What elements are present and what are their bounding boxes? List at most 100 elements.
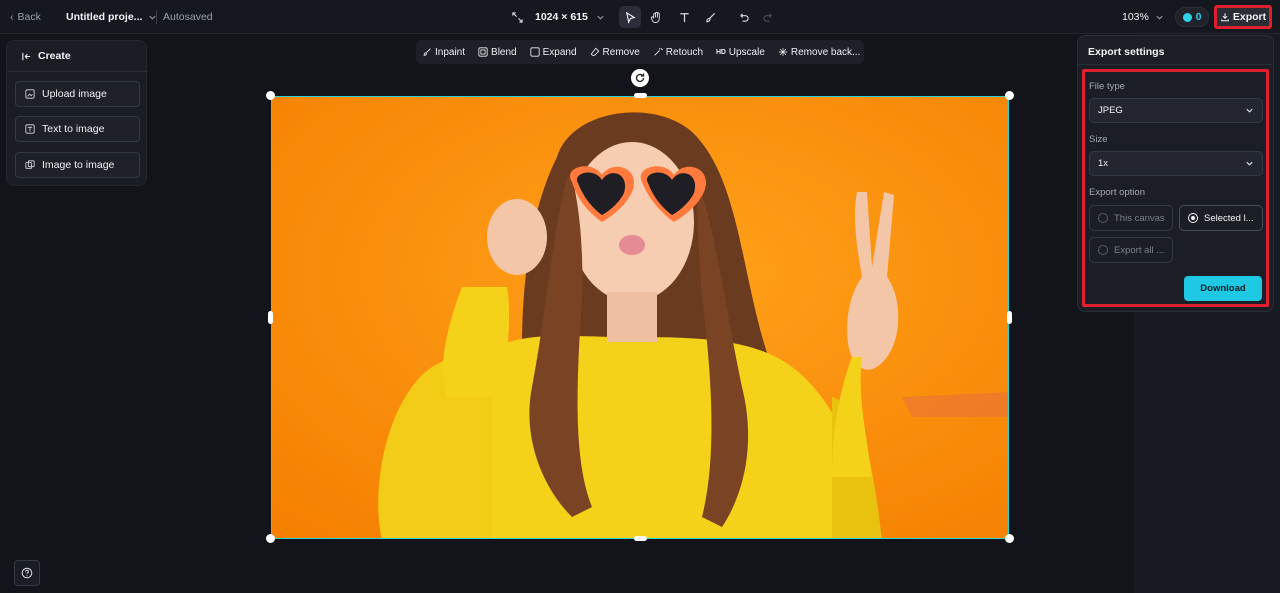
chevron-down-icon bbox=[1246, 161, 1253, 166]
text-image-icon bbox=[25, 124, 35, 134]
magic-wand-icon bbox=[654, 47, 663, 56]
zoom-level: 103% bbox=[1122, 11, 1149, 23]
size-value: 1x bbox=[1098, 158, 1109, 169]
blend-button[interactable]: Blend bbox=[478, 47, 517, 58]
select-tool[interactable] bbox=[619, 6, 641, 28]
sparkle-icon bbox=[778, 47, 788, 57]
image-to-image-label: Image to image bbox=[42, 159, 115, 171]
option-export-all-label: Export all ... bbox=[1114, 244, 1165, 256]
chevron-down-icon bbox=[1156, 15, 1163, 20]
brush-tool[interactable] bbox=[699, 6, 721, 28]
blend-icon bbox=[478, 47, 488, 57]
edit-toolbar: Inpaint Blend Expand Remove Retouch HD U… bbox=[416, 40, 864, 64]
help-button[interactable] bbox=[14, 560, 40, 586]
eraser-icon bbox=[590, 47, 599, 56]
remove-background-label: Remove back... bbox=[790, 46, 861, 58]
inpaint-button[interactable]: Inpaint bbox=[422, 47, 465, 58]
back-button[interactable]: ‹ Back bbox=[10, 0, 41, 34]
credits-count: 0 bbox=[1195, 11, 1202, 23]
export-option-label: Export option bbox=[1089, 187, 1145, 198]
chevron-down-icon bbox=[597, 15, 604, 20]
credit-icon bbox=[1182, 12, 1192, 22]
divider bbox=[7, 71, 146, 72]
create-title: Create bbox=[38, 50, 71, 62]
expand-label: Expand bbox=[542, 46, 577, 58]
credits-badge[interactable]: 0 bbox=[1175, 7, 1209, 27]
zoom-dropdown[interactable]: 103% bbox=[1122, 0, 1164, 34]
download-icon bbox=[1221, 13, 1229, 22]
blend-label: Blend bbox=[491, 46, 517, 58]
undo-button[interactable] bbox=[732, 6, 754, 28]
image-to-image-button[interactable]: Image to image bbox=[15, 152, 140, 178]
inpaint-label: Inpaint bbox=[435, 46, 466, 58]
autosave-status: Autosaved bbox=[163, 11, 213, 23]
create-header[interactable]: Create bbox=[21, 50, 71, 62]
resize-handle-top-left[interactable] bbox=[266, 91, 275, 100]
resize-handle-top-right[interactable] bbox=[1005, 91, 1014, 100]
radio-icon bbox=[1098, 245, 1108, 255]
resize-handle-bottom-right[interactable] bbox=[1005, 534, 1014, 543]
remove-background-button[interactable]: Remove back... bbox=[778, 47, 860, 58]
export-button[interactable]: Export bbox=[1214, 5, 1272, 29]
divider bbox=[1078, 64, 1273, 65]
canvas-size-dropdown[interactable]: 1024 × 615 bbox=[512, 0, 605, 34]
brush-icon bbox=[705, 12, 715, 22]
chevron-down-icon bbox=[1246, 108, 1253, 113]
export-settings-title: Export settings bbox=[1088, 46, 1165, 58]
size-select[interactable]: 1x bbox=[1089, 151, 1263, 176]
chevron-left-icon: ‹ bbox=[10, 11, 14, 23]
image-to-image-icon bbox=[25, 160, 35, 169]
hand-tool[interactable] bbox=[645, 6, 667, 28]
back-label: Back bbox=[17, 11, 41, 23]
resize-handle-bottom-left[interactable] bbox=[266, 534, 275, 543]
resize-handle-left[interactable] bbox=[268, 311, 273, 324]
option-export-all[interactable]: Export all ... bbox=[1089, 237, 1173, 263]
option-this-canvas-label: This canvas bbox=[1114, 212, 1165, 224]
radio-selected-icon bbox=[1188, 213, 1198, 223]
option-this-canvas[interactable]: This canvas bbox=[1089, 205, 1173, 231]
undo-icon bbox=[739, 12, 749, 22]
remove-button[interactable]: Remove bbox=[590, 47, 640, 58]
upload-image-icon bbox=[25, 89, 35, 99]
redo-icon bbox=[762, 12, 772, 22]
file-type-select[interactable]: JPEG bbox=[1089, 98, 1263, 123]
hd-icon: HD bbox=[716, 48, 726, 56]
canvas-size: 1024 × 615 bbox=[535, 11, 588, 23]
text-to-image-label: Text to image bbox=[42, 123, 105, 135]
export-settings-panel: Export settings File type JPEG Size 1x E… bbox=[1077, 35, 1274, 312]
option-selected-layers[interactable]: Selected l... bbox=[1179, 205, 1263, 231]
remove-label: Remove bbox=[602, 46, 640, 58]
export-label: Export bbox=[1232, 11, 1267, 23]
upscale-button[interactable]: HD Upscale bbox=[716, 47, 765, 58]
expand-button[interactable]: Expand bbox=[530, 47, 577, 58]
upload-image-button[interactable]: Upload image bbox=[15, 81, 140, 107]
resize-icon bbox=[512, 11, 523, 23]
expand-icon bbox=[530, 47, 540, 57]
radio-icon bbox=[1098, 213, 1108, 223]
text-to-image-button[interactable]: Text to image bbox=[15, 116, 140, 142]
divider bbox=[156, 10, 157, 24]
resize-handle-top[interactable] bbox=[634, 93, 647, 98]
text-tool[interactable] bbox=[673, 6, 695, 28]
upload-image-label: Upload image bbox=[42, 88, 107, 100]
project-name: Untitled proje... bbox=[66, 11, 143, 23]
upscale-label: Upscale bbox=[728, 46, 765, 58]
canvas-image[interactable] bbox=[271, 96, 1009, 539]
pointer-icon bbox=[625, 11, 636, 24]
collapse-left-icon bbox=[22, 52, 31, 60]
redo-button[interactable] bbox=[757, 6, 779, 28]
resize-handle-right[interactable] bbox=[1007, 311, 1012, 324]
option-selected-layers-label: Selected l... bbox=[1204, 212, 1254, 224]
size-label: Size bbox=[1089, 134, 1108, 145]
download-button[interactable]: Download bbox=[1184, 276, 1262, 301]
hand-icon bbox=[650, 11, 660, 23]
rotate-icon bbox=[635, 73, 645, 83]
photo-illustration bbox=[272, 97, 1008, 538]
resize-handle-bottom[interactable] bbox=[634, 536, 647, 541]
project-name-dropdown[interactable]: Untitled proje... bbox=[66, 0, 157, 34]
file-type-label: File type bbox=[1089, 81, 1125, 92]
rotate-handle[interactable] bbox=[631, 69, 649, 87]
retouch-button[interactable]: Retouch bbox=[653, 47, 703, 58]
file-type-value: JPEG bbox=[1098, 105, 1123, 116]
retouch-label: Retouch bbox=[665, 46, 704, 58]
